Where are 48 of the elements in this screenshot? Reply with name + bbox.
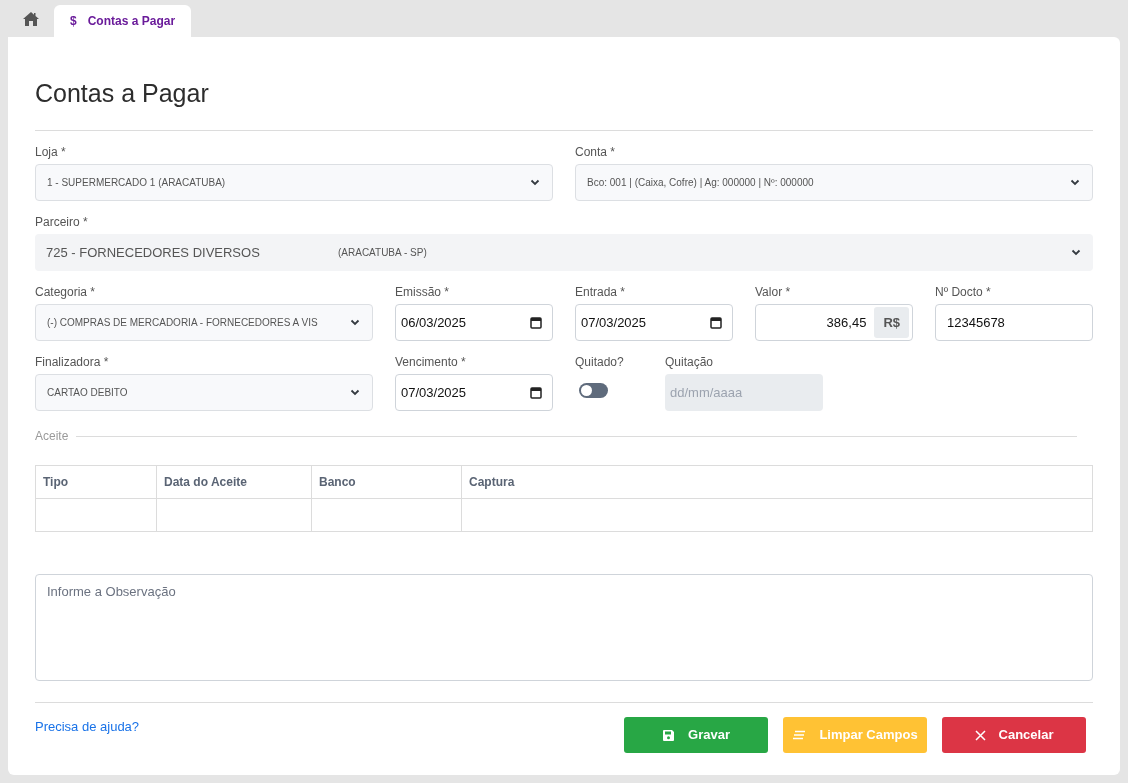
column-header: Data do Aceite	[164, 474, 247, 491]
home-icon	[22, 10, 40, 27]
field-label: Emissão *	[395, 285, 451, 299]
field-label: Finalizadora *	[35, 355, 110, 369]
field-label: Valor *	[755, 285, 792, 299]
chevron-down-icon	[1071, 249, 1081, 256]
select-field[interactable]: 1 - SUPERMERCADO 1 (ARACATUBA)	[35, 164, 553, 201]
tab[interactable]: $ Contas a Pagar	[54, 5, 192, 37]
amount-field[interactable]: 386,45 R$	[755, 304, 913, 341]
select-field[interactable]: CARTAO DEBITO	[35, 374, 373, 411]
observation-field[interactable]: Informe a Observação	[35, 574, 1093, 681]
field-label: Conta *	[575, 145, 617, 159]
toggle-switch[interactable]	[579, 383, 608, 398]
select-field[interactable]: 725 - FORNECEDORES DIVERSOS (ARACATUBA - SP)	[35, 234, 1093, 271]
date-field[interactable]: 06/03/2025	[395, 304, 553, 341]
chevron-down-icon	[350, 319, 360, 326]
lines-icon	[792, 730, 807, 740]
currency-addon: R$	[874, 307, 909, 338]
select-field[interactable]: (-) COMPRAS DE MERCADORIA - FORNECEDORES A VIS	[35, 304, 373, 341]
field-label: Quitação	[665, 355, 715, 369]
cancel-button[interactable]: Cancelar	[942, 717, 1086, 753]
field-label: Categoria *	[35, 285, 97, 299]
chevron-down-icon	[350, 389, 360, 396]
field-label: Quitado?	[575, 355, 625, 369]
dollar-icon: $	[70, 12, 77, 30]
chevron-down-icon	[1070, 179, 1080, 186]
section-legend: Aceite	[35, 427, 69, 445]
field-label: Nº Docto *	[935, 285, 992, 299]
help-link[interactable]: Precisa de ajuda?	[35, 717, 140, 737]
field-label: Parceiro *	[35, 215, 89, 229]
select-field[interactable]: Bco: 001 | (Caixa, Cofre) | Ag: 000000 | Nº: 000000	[575, 164, 1093, 201]
page-title: Contas a Pagar	[35, 81, 210, 106]
tab-label: Contas a Pagar	[87, 13, 176, 30]
field-label: Vencimento *	[395, 355, 467, 369]
field-label: Entrada *	[575, 285, 627, 299]
column-header: Tipo	[43, 474, 69, 491]
chevron-down-icon	[530, 179, 540, 186]
save-icon	[662, 728, 676, 742]
calendar-icon	[530, 386, 542, 399]
column-header: Captura	[469, 474, 515, 491]
calendar-icon	[710, 316, 722, 329]
text-field[interactable]: 12345678	[935, 304, 1093, 341]
date-field[interactable]: 07/03/2025	[395, 374, 553, 411]
field-label: Loja *	[35, 145, 67, 159]
calendar-icon	[530, 316, 542, 329]
close-icon	[974, 729, 986, 741]
column-header: Banco	[319, 474, 356, 491]
date-field[interactable]: 07/03/2025	[575, 304, 733, 341]
